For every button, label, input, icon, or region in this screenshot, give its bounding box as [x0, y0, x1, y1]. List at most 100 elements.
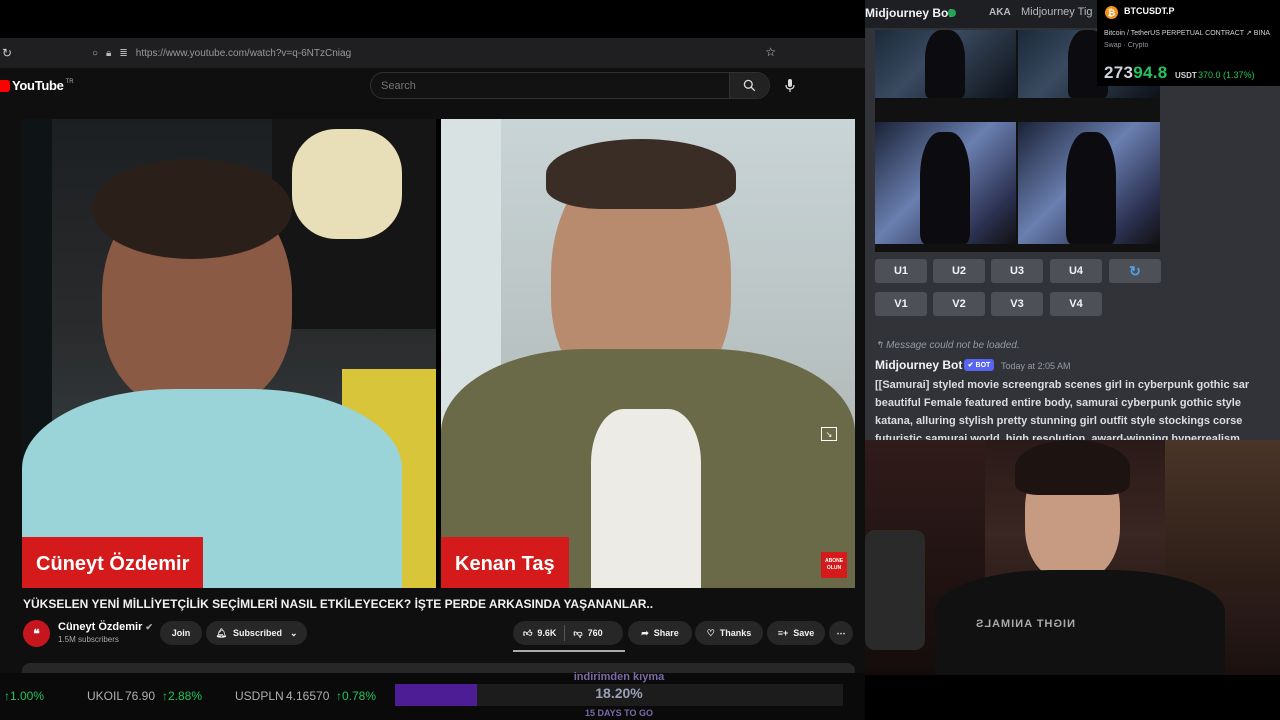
save-button[interactable]: ≡+ Save [767, 621, 825, 645]
upscale-label-4[interactable]: U4 [1069, 265, 1083, 277]
upscale-label-3[interactable]: U3 [1010, 265, 1024, 277]
aka-name: Midjourney Tig [1021, 6, 1093, 18]
subscribed-button[interactable]: 🔔︎ Subscribed ⌄ [206, 621, 307, 645]
bitcoin-icon: ₿ [1105, 6, 1118, 19]
donation-goal-subtitle: 15 DAYS TO GO [584, 708, 654, 718]
upscale-button-4[interactable]: U4 [1050, 259, 1102, 283]
search-box [370, 72, 770, 99]
shield-icon: ○ [92, 47, 99, 59]
variation-button-2[interactable]: V2 [933, 292, 985, 316]
crypto-pair: BTCUSDT.P [1124, 6, 1175, 16]
like-ratio-bar [513, 650, 625, 652]
ticker-change-0: ↑1.00% [4, 689, 45, 703]
donation-goal-percent: 18.20% [595, 685, 643, 701]
search-input[interactable] [371, 73, 729, 98]
channel-avatar[interactable]: ❝ [23, 620, 50, 647]
crypto-category: Swap · Crypto [1104, 42, 1149, 49]
failed-message-text: Message could not be loaded. [886, 340, 1020, 351]
like-button[interactable]: 👍︎ 9.6K [513, 628, 556, 639]
search-button[interactable] [729, 73, 769, 98]
dislike-button[interactable]: 👎︎ 760 [573, 628, 602, 639]
bell-icon: 🔔︎ [215, 627, 227, 638]
search-icon [743, 79, 756, 92]
external-link-icon: ↗ [1245, 30, 1252, 37]
crypto-price-tail: 94.8 [1133, 63, 1168, 82]
discord-channel-title[interactable]: Midjourney Bot [865, 6, 952, 20]
save-label[interactable]: Save [793, 628, 814, 638]
subscribe-watermark[interactable]: ABONE OLUN [821, 552, 847, 578]
microphone [865, 530, 925, 650]
ticker-change-2: ↑0.78% [336, 689, 377, 703]
variation-label-4[interactable]: V4 [1069, 298, 1082, 310]
upscale-button-1[interactable]: U1 [875, 259, 927, 283]
upscale-button-3[interactable]: U3 [991, 259, 1043, 283]
join-button[interactable]: Join [160, 621, 202, 645]
subscribe-watermark-line1: ABONE [824, 558, 844, 564]
right-bottom-strip [865, 675, 1280, 720]
bookmark-star-icon[interactable]: ☆ [765, 45, 776, 59]
video-player[interactable]: Cüneyt Özdemir Kenan Taş ↘ ABONE OLUN [22, 119, 855, 588]
crypto-price: 27394.8 [1104, 63, 1168, 83]
ticker-change-0-text: 1.00% [10, 689, 45, 703]
donation-goal-title: indirimden kıyma [573, 671, 665, 683]
ticker-symbol-1: UKOIL [87, 689, 124, 703]
failed-message-notice: ↰ Message could not be loaded. [875, 340, 1020, 351]
upscale-label-1[interactable]: U1 [894, 265, 908, 277]
channel-name[interactable]: Cüneyt Özdemir ✔ [58, 621, 153, 633]
permissions-icon[interactable]: ≣ [119, 48, 127, 59]
channel-name-text[interactable]: Cüneyt Özdemir [58, 621, 142, 633]
prompt-line-2: beautiful Female featured entire body, s… [875, 397, 1241, 409]
thumbs-down-icon: 👎︎ [573, 627, 583, 638]
thanks-icon: ♡ [706, 627, 715, 638]
variation-button-1[interactable]: V1 [875, 292, 927, 316]
crypto-unit: USDT [1175, 71, 1197, 80]
crypto-description-text: Bitcoin / TetherUS PERPETUAL CONTRACT [1104, 30, 1244, 37]
crypto-exchange: BINA [1253, 30, 1271, 37]
youtube-logo-text: YouTube [12, 78, 64, 93]
thanks-button[interactable]: ♡ Thanks [695, 621, 763, 645]
refresh-icon: ↻ [1129, 262, 1141, 279]
webcam-feed: NIGHT ANIMALS [865, 440, 1280, 675]
thanks-label[interactable]: Thanks [720, 628, 752, 638]
variation-button-3[interactable]: V3 [991, 292, 1043, 316]
grid-image-1[interactable] [875, 30, 1016, 98]
dislike-count[interactable]: 760 [588, 628, 603, 638]
crypto-price-main: 273 [1104, 63, 1134, 82]
reroll-button[interactable]: ↻ [1109, 259, 1161, 283]
grid-image-3[interactable] [875, 122, 1016, 244]
miniplayer-icon[interactable]: ↘ [821, 427, 837, 441]
variation-label-1[interactable]: V1 [894, 298, 907, 310]
share-label[interactable]: Share [654, 628, 679, 638]
voice-search-button[interactable] [778, 74, 802, 98]
microphone-icon [785, 79, 795, 92]
name-tag-left: Cüneyt Özdemir [22, 537, 204, 588]
share-button[interactable]: ➦ Share [628, 621, 692, 645]
subscribed-label[interactable]: Subscribed [233, 628, 282, 638]
variation-label-3[interactable]: V3 [1010, 298, 1023, 310]
like-count[interactable]: 9.6K [537, 628, 556, 638]
ticker-value-1: 76.90 [125, 689, 156, 703]
join-label[interactable]: Join [172, 628, 191, 638]
aka-label: AKA [989, 7, 1011, 18]
message-timestamp: Today at 2:05 AM [1001, 361, 1071, 371]
like-dislike-group: 👍︎ 9.6K 👎︎ 760 [513, 621, 623, 645]
youtube-header: YouTube TR [0, 68, 865, 104]
variation-label-2[interactable]: V2 [952, 298, 965, 310]
more-actions-button[interactable]: ⋯ [829, 621, 853, 645]
upscale-label-2[interactable]: U2 [952, 265, 966, 277]
crypto-change: 370.0 (1.37%) [1198, 70, 1255, 80]
prompt-line-1: [[Samurai] styled movie screengrab scene… [875, 379, 1250, 391]
youtube-logo[interactable]: YouTube TR [0, 78, 74, 93]
grid-image-4[interactable] [1018, 122, 1160, 244]
youtube-play-icon [0, 79, 10, 92]
prompt-line-4: futuristic samurai world, high resolutio… [875, 433, 1240, 440]
address-bar[interactable]: ○ 🔒︎ ≣ https://www.youtube.com/watch?v=q… [92, 42, 782, 64]
variation-button-4[interactable]: V4 [1050, 292, 1102, 316]
more-icon: ⋯ [836, 627, 846, 638]
reload-icon[interactable]: ↻ [2, 46, 16, 60]
video-title: YÜKSELEN YENİ MİLLİYETÇİLİK SEÇİMLERİ NA… [23, 597, 654, 611]
bot-username[interactable]: Midjourney Bot [875, 358, 962, 372]
url-text[interactable]: https://www.youtube.com/watch?v=q-6NTzCn… [136, 48, 351, 59]
upscale-button-2[interactable]: U2 [933, 259, 985, 283]
ticker-change-1: ↑2.88% [162, 689, 203, 703]
